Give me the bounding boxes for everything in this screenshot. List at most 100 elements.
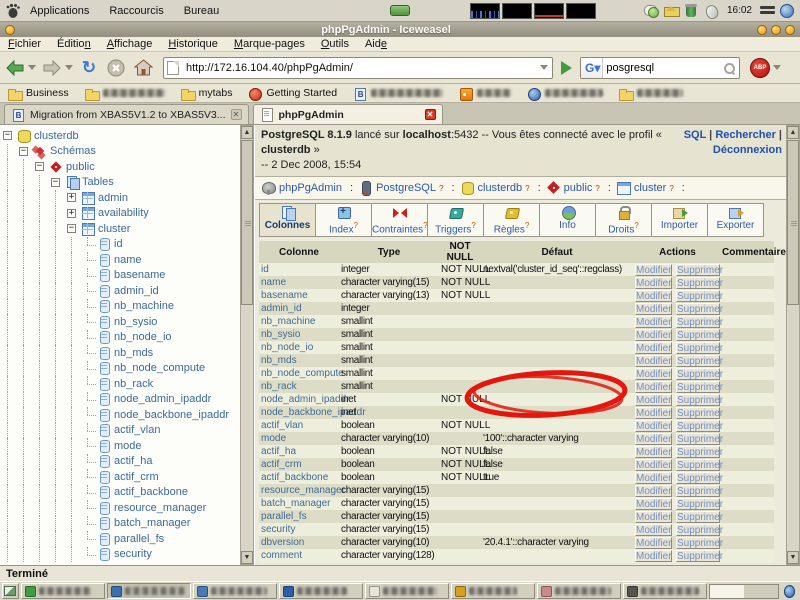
tree-expander-icon[interactable]: − xyxy=(64,221,80,237)
window-list-icon[interactable] xyxy=(760,3,775,18)
home-button[interactable] xyxy=(131,56,155,80)
workspace-2[interactable] xyxy=(744,585,778,598)
tree-label[interactable]: nb_mds xyxy=(111,347,153,359)
delete-button[interactable]: Supprimer xyxy=(676,472,720,484)
breadcrumb-link[interactable]: clusterdb xyxy=(478,182,523,194)
tree-item-Tables[interactable]: −Tables xyxy=(0,175,253,191)
tree-scrollbar[interactable]: ▲ ▼ xyxy=(240,125,254,565)
tab-colonnes[interactable]: Colonnes xyxy=(259,203,316,237)
tree-item-batch_manager[interactable]: batch_manager xyxy=(0,516,253,532)
tree-label[interactable]: availability xyxy=(95,207,149,219)
modify-button[interactable]: Modifier xyxy=(635,420,672,432)
tree-item-parallel_fs[interactable]: parallel_fs xyxy=(0,531,253,547)
window-minimize-button[interactable] xyxy=(757,25,767,35)
tree-label[interactable]: node_backbone_ipaddr xyxy=(111,409,229,421)
tree-item-nb_machine[interactable]: nb_machine xyxy=(0,299,253,315)
forward-button[interactable] xyxy=(40,56,64,80)
tree-item-actif_vlan[interactable]: actif_vlan xyxy=(0,423,253,439)
tree-item-id[interactable]: id xyxy=(0,237,253,253)
modify-button[interactable]: Modifier xyxy=(635,355,672,367)
tree-item-basename[interactable]: basename xyxy=(0,268,253,284)
taskbar-button[interactable] xyxy=(623,583,707,599)
bookmark-item[interactable]: mytabs xyxy=(173,87,241,100)
tree-item-mode[interactable]: mode xyxy=(0,438,253,454)
help-icon[interactable]: ? xyxy=(634,221,638,230)
menu-affichage[interactable]: Affichage xyxy=(99,37,161,51)
tree-label[interactable]: batch_manager xyxy=(111,517,190,529)
delete-button[interactable]: Supprimer xyxy=(676,394,720,406)
tree-item-admin[interactable]: +admin xyxy=(0,190,253,206)
delete-button[interactable]: Supprimer xyxy=(676,524,720,536)
window-close-button[interactable] xyxy=(785,25,795,35)
tab-triggers[interactable]: Triggers? xyxy=(427,203,484,237)
help-icon[interactable]: ? xyxy=(595,184,599,193)
tree-item-actif_ha[interactable]: actif_ha xyxy=(0,454,253,470)
breadcrumb-link[interactable]: public xyxy=(564,182,593,194)
workspace-1[interactable] xyxy=(710,585,744,598)
tree-label[interactable]: actif_backbone xyxy=(111,486,188,498)
system-monitor-icon[interactable] xyxy=(470,3,500,19)
modify-button[interactable]: Modifier xyxy=(635,342,672,354)
bookmark-item[interactable]: Getting Started xyxy=(240,87,345,100)
tree-label[interactable]: admin_id xyxy=(111,285,159,297)
modify-button[interactable]: Modifier xyxy=(635,316,672,328)
tree-label[interactable]: cluster xyxy=(95,223,130,235)
tree-label[interactable]: basename xyxy=(111,269,165,281)
workspace-switcher[interactable] xyxy=(709,584,779,599)
delete-button[interactable]: Supprimer xyxy=(676,290,720,302)
tree-label[interactable]: actif_ha xyxy=(111,455,153,467)
tree-label[interactable]: Tables xyxy=(79,176,114,188)
modify-button[interactable]: Modifier xyxy=(635,524,672,536)
menu-historique[interactable]: Historique xyxy=(160,37,226,51)
delete-button[interactable]: Supprimer xyxy=(676,485,720,497)
bookmark-item[interactable] xyxy=(451,87,519,100)
taskbar-button[interactable] xyxy=(193,583,277,599)
scroll-down-icon[interactable]: ▼ xyxy=(787,551,799,564)
delete-button[interactable]: Supprimer xyxy=(676,368,720,380)
mail-tray-icon[interactable] xyxy=(664,3,679,18)
tree-label[interactable]: nb_node_io xyxy=(111,331,172,343)
modify-button[interactable]: Modifier xyxy=(635,485,672,497)
delete-button[interactable]: Supprimer xyxy=(676,277,720,289)
tree-expander-icon[interactable]: − xyxy=(32,159,48,175)
taskbar-button[interactable] xyxy=(279,583,363,599)
tree-label[interactable]: parallel_fs xyxy=(111,533,164,545)
back-history-dropdown-icon[interactable] xyxy=(28,65,36,70)
tree-item-node_admin_ipaddr[interactable]: node_admin_ipaddr xyxy=(0,392,253,408)
breadcrumb-link[interactable]: cluster xyxy=(634,182,666,194)
bookmark-item[interactable] xyxy=(77,87,173,100)
breadcrumb-link[interactable]: PostgreSQL xyxy=(376,182,436,194)
delete-button[interactable]: Supprimer xyxy=(676,446,720,458)
menu-marque-pages[interactable]: Marque-pages xyxy=(226,37,313,51)
scrollbar-thumb[interactable] xyxy=(241,140,253,305)
logout-link[interactable]: Déconnexion xyxy=(713,144,782,156)
modify-button[interactable]: Modifier xyxy=(635,407,672,419)
tree-label[interactable]: name xyxy=(111,254,142,266)
url-input[interactable] xyxy=(163,57,553,79)
delete-button[interactable]: Supprimer xyxy=(676,537,720,549)
system-monitor-icon[interactable] xyxy=(566,3,596,19)
help-icon[interactable]: ? xyxy=(669,184,673,193)
delete-button[interactable]: Supprimer xyxy=(676,433,720,445)
search-link[interactable]: Rechercher xyxy=(715,129,776,141)
tree-item-name[interactable]: name xyxy=(0,252,253,268)
tree-item-actif_backbone[interactable]: actif_backbone xyxy=(0,485,253,501)
delete-button[interactable]: Supprimer xyxy=(676,355,720,367)
bookmark-item[interactable] xyxy=(519,87,611,100)
modify-button[interactable]: Modifier xyxy=(635,381,672,393)
modify-button[interactable]: Modifier xyxy=(635,329,672,341)
gnome-foot-icon[interactable] xyxy=(5,3,21,19)
tab-règles[interactable]: Règles? xyxy=(483,203,540,237)
delete-button[interactable]: Supprimer xyxy=(676,303,720,315)
tree-label[interactable]: public xyxy=(63,161,95,173)
help-icon[interactable]: ? xyxy=(471,221,475,230)
delete-button[interactable]: Supprimer xyxy=(676,550,720,562)
tree-label[interactable]: id xyxy=(111,238,123,250)
tree-item-nb_sysio[interactable]: nb_sysio xyxy=(0,314,253,330)
modify-button[interactable]: Modifier xyxy=(635,498,672,510)
tab-index[interactable]: Index? xyxy=(315,203,372,237)
tree-item-cluster[interactable]: − cluster xyxy=(0,221,253,237)
forward-history-dropdown-icon[interactable] xyxy=(65,65,73,70)
modify-button[interactable]: Modifier xyxy=(635,472,672,484)
delete-button[interactable]: Supprimer xyxy=(676,420,720,432)
